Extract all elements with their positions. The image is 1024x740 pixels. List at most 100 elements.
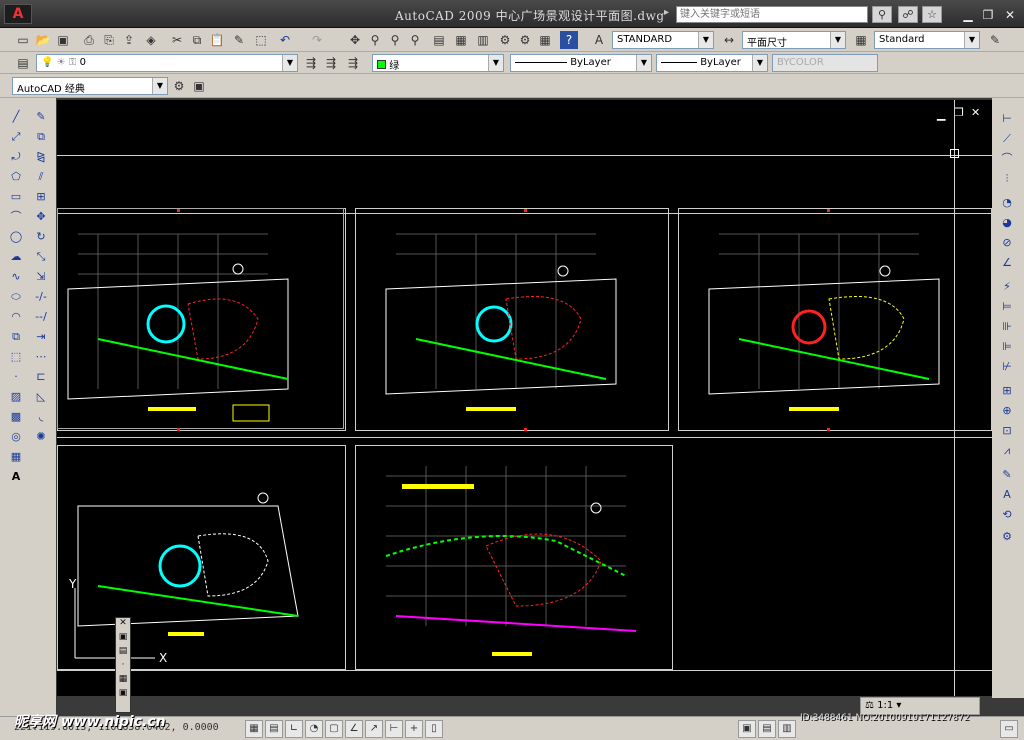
new-file-icon[interactable]: ▭ (14, 31, 32, 49)
circle-icon[interactable]: ◯ (7, 228, 25, 246)
mirror-icon[interactable]: ⧎ (32, 148, 50, 166)
break-at-point-icon[interactable]: ⇥ (32, 328, 50, 346)
clean-screen-icon[interactable]: ▭ (1000, 720, 1018, 738)
grid-display-icon[interactable]: ▤ (265, 720, 283, 738)
communication-center-icon[interactable]: ☍ (898, 6, 918, 23)
help-icon[interactable]: ? (560, 31, 578, 49)
lineweight-icon[interactable]: + (405, 720, 423, 738)
close-icon[interactable]: ✕ (1002, 8, 1018, 22)
hatch-icon[interactable]: ▨ (7, 388, 25, 406)
ellipse-icon[interactable]: ⬭ (7, 288, 25, 306)
dimension-space-icon[interactable]: ⊫ (998, 338, 1016, 356)
pan-icon[interactable]: ✥ (346, 31, 364, 49)
make-current-icon[interactable]: ⇶ (302, 54, 320, 72)
polar-tracking-icon[interactable]: ◔ (305, 720, 323, 738)
join-icon[interactable]: ⊏ (32, 368, 50, 386)
copy-object-icon[interactable]: ⧉ (32, 128, 50, 146)
color-select[interactable]: 绿 ▼ (372, 54, 504, 72)
angular-icon[interactable]: ∠ (998, 254, 1016, 272)
polygon-icon[interactable]: ⬠ (7, 168, 25, 186)
layer-manager-icon[interactable]: ▤ (14, 54, 32, 72)
arc-length-icon[interactable]: ⌒ (998, 150, 1016, 168)
insert-block-icon[interactable]: ⧉ (7, 328, 25, 346)
publish-icon[interactable]: ⇪ (120, 31, 138, 49)
tool-palettes-icon[interactable]: ▥ (474, 31, 492, 49)
save-icon[interactable]: ▣ (54, 31, 72, 49)
restore-drawing-icon[interactable]: ❐ (954, 106, 964, 119)
tool-button[interactable]: ▣ (116, 688, 130, 702)
radius-icon[interactable]: ◔ (998, 194, 1016, 212)
layer-previous-icon[interactable]: ⇶ (322, 54, 340, 72)
zoom-window-icon[interactable]: ⚲ (386, 31, 404, 49)
trim-icon[interactable]: -/- (32, 288, 50, 306)
cut-icon[interactable]: ✂ (168, 31, 186, 49)
workspace-select[interactable]: AutoCAD 经典 ▼ (12, 77, 168, 95)
baseline-icon[interactable]: ⊨ (998, 298, 1016, 316)
construction-line-icon[interactable]: ⤢ (7, 128, 25, 146)
layer-state-icon[interactable]: ⇶ (344, 54, 362, 72)
inspection-icon[interactable]: ⊡ (998, 422, 1016, 440)
multileader-style-icon[interactable]: ✎ (986, 31, 1004, 49)
print-icon[interactable]: ⎙ (80, 31, 98, 49)
dimension-style-icon[interactable]: ⚙ (998, 528, 1016, 546)
jogged-linear-icon[interactable]: ⩘ (998, 442, 1016, 460)
favorites-icon[interactable]: ☆ (922, 6, 942, 23)
quickcalc-icon[interactable]: ▦ (536, 31, 554, 49)
workspace-settings-icon[interactable]: ⚙ (170, 77, 188, 95)
continue-icon[interactable]: ⊪ (998, 318, 1016, 336)
arc-icon[interactable]: ⌒ (7, 208, 25, 226)
tool-button[interactable]: ▣ (116, 632, 130, 646)
layer-select[interactable]: 💡 ☀ ⚿ 0 ▼ (36, 54, 298, 72)
line-icon[interactable]: ╱ (7, 108, 25, 126)
autocad-logo-icon[interactable]: A (4, 4, 32, 24)
diameter-icon[interactable]: ⊘ (998, 234, 1016, 252)
undo-icon[interactable]: ↶ (276, 31, 294, 49)
properties-icon[interactable]: ▤ (430, 31, 448, 49)
quick-view-icon[interactable]: ▥ (778, 720, 796, 738)
dim-style-icon[interactable]: ↔ (720, 31, 738, 49)
quick-properties-icon[interactable]: ▯ (425, 720, 443, 738)
polyline-icon[interactable]: ⤾ (7, 148, 25, 166)
close-drawing-icon[interactable]: ✕ (971, 106, 980, 119)
dimension-update-icon[interactable]: ⟲ (998, 506, 1016, 524)
tool-button[interactable]: ▦ (116, 674, 130, 688)
erase-icon[interactable]: ✎ (32, 108, 50, 126)
ortho-mode-icon[interactable]: ∟ (285, 720, 303, 738)
match-properties-icon[interactable]: ✎ (230, 31, 248, 49)
workspace-save-icon[interactable]: ▣ (190, 77, 208, 95)
layout-icon[interactable]: ▤ (758, 720, 776, 738)
make-block-icon[interactable]: ⬚ (7, 348, 25, 366)
rectangle-icon[interactable]: ▭ (7, 188, 25, 206)
minimize-drawing-icon[interactable]: ▁ (937, 108, 945, 121)
tolerance-icon[interactable]: ⊞ (998, 382, 1016, 400)
jogged-icon[interactable]: ◕ (998, 214, 1016, 232)
snap-mode-icon[interactable]: ▦ (245, 720, 263, 738)
region-icon[interactable]: ◎ (7, 428, 25, 446)
table-icon[interactable]: ▦ (7, 448, 25, 466)
break-icon[interactable]: ⋯ (32, 348, 50, 366)
dynamic-ucs-icon[interactable]: ↗ (365, 720, 383, 738)
3d-dwf-icon[interactable]: ◈ (142, 31, 160, 49)
open-file-icon[interactable]: 📂 (34, 31, 52, 49)
copy-icon[interactable]: ⧉ (188, 31, 206, 49)
stretch-icon[interactable]: ⇲ (32, 268, 50, 286)
zoom-previous-icon[interactable]: ⚲ (406, 31, 424, 49)
ordinate-icon[interactable]: ⫶ (998, 170, 1016, 188)
text-style-icon[interactable]: A (590, 31, 608, 49)
scale-icon[interactable]: ⤡ (32, 248, 50, 266)
object-snap-icon[interactable]: ▢ (325, 720, 343, 738)
block-editor-icon[interactable]: ⬚ (252, 31, 270, 49)
table-style-icon[interactable]: ▦ (852, 31, 870, 49)
ellipse-arc-icon[interactable]: ◠ (7, 308, 25, 326)
rotate-icon[interactable]: ↻ (32, 228, 50, 246)
offset-icon[interactable]: ⫽ (32, 168, 50, 186)
drawing-canvas[interactable]: ▁ ❐ ✕ Y X (57, 100, 992, 696)
restore-icon[interactable]: ❐ (980, 8, 996, 22)
sheet-set-icon[interactable]: ⚙ (496, 31, 514, 49)
paste-icon[interactable]: 📋 (208, 31, 226, 49)
table-style-select[interactable]: Standard ▼ (874, 31, 980, 49)
extend-icon[interactable]: --/ (32, 308, 50, 326)
model-space-icon[interactable]: ▣ (738, 720, 756, 738)
object-snap-tracking-icon[interactable]: ∠ (345, 720, 363, 738)
design-center-icon[interactable]: ▦ (452, 31, 470, 49)
